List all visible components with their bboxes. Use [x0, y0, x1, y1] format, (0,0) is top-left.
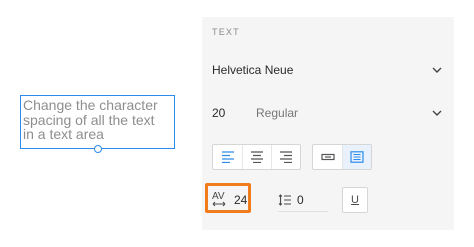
font-weight-dropdown[interactable]: Regular [256, 106, 430, 120]
underline-icon: U [351, 194, 359, 206]
line-spacing-value[interactable]: 0 [297, 193, 304, 207]
align-left-button[interactable] [213, 145, 242, 169]
line-spacing-field[interactable]: 0 [278, 189, 328, 212]
character-spacing-icon: AV [212, 191, 228, 209]
text-line: Change the character [23, 97, 158, 113]
align-center-button[interactable] [242, 145, 271, 169]
text-box-type-group [312, 144, 372, 170]
font-family-dropdown[interactable]: Helvetica Neue [212, 58, 444, 82]
line-spacing-icon [278, 194, 291, 206]
text-line: spacing of all the text [23, 111, 155, 128]
section-label: TEXT [212, 27, 240, 37]
character-spacing-value[interactable]: 24 [234, 193, 247, 207]
point-text-icon [320, 153, 335, 161]
chevron-down-icon [430, 63, 444, 77]
text-align-group [212, 144, 301, 170]
underline-button[interactable]: U [342, 187, 368, 213]
character-spacing-field[interactable]: AV 24 [212, 189, 247, 211]
align-right-icon [280, 151, 292, 163]
text-line: in a text area [23, 126, 104, 142]
font-size-weight-row: 20 Regular [212, 101, 444, 125]
text-properties-panel: TEXT Helvetica Neue 20 Regular AV 24 0 U [202, 17, 454, 230]
area-text-icon [350, 151, 364, 163]
align-center-icon [251, 151, 263, 163]
align-right-button[interactable] [271, 145, 300, 169]
chevron-down-icon[interactable] [430, 106, 444, 120]
font-size-input[interactable]: 20 [212, 106, 256, 120]
point-text-button[interactable] [313, 145, 342, 169]
area-text-button[interactable] [342, 145, 371, 169]
align-left-icon [221, 151, 234, 163]
selected-text-area[interactable]: Change the character spacing of all the … [20, 95, 175, 153]
font-family-value: Helvetica Neue [212, 63, 294, 77]
resize-handle[interactable] [94, 145, 102, 153]
